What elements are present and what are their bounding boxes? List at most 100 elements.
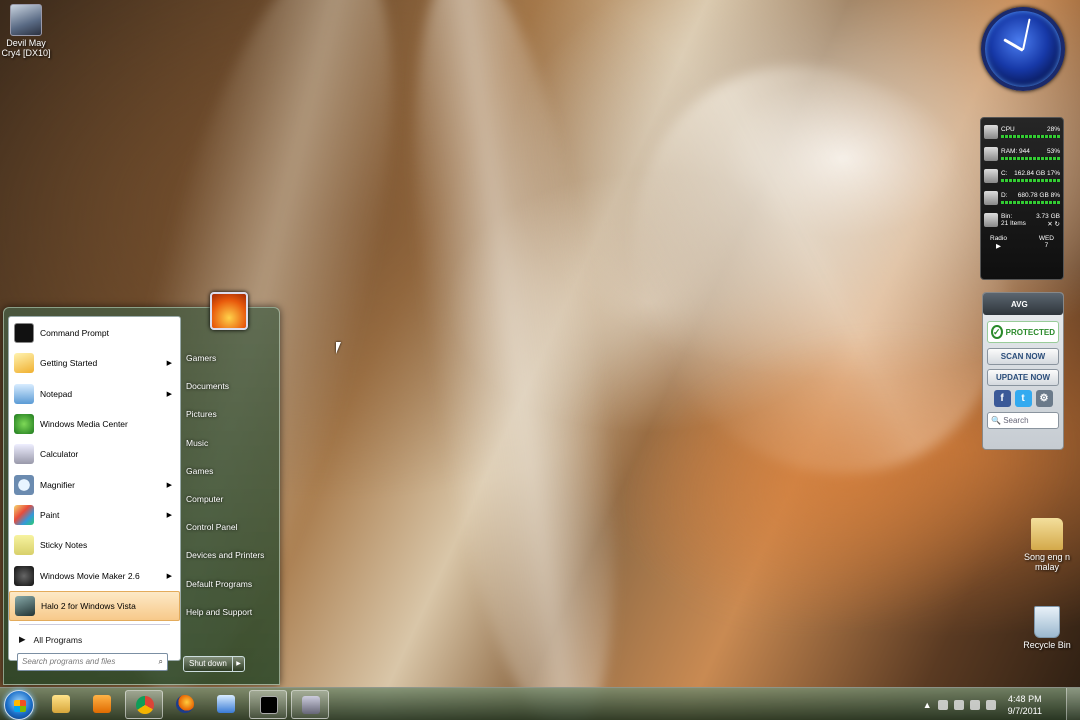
scan-now-button[interactable]: SCAN NOW xyxy=(987,348,1059,365)
taskbar-clock[interactable]: 4:48 PM 9/7/2011 xyxy=(1008,693,1042,717)
program-label: Paint xyxy=(40,509,60,520)
program-paint[interactable]: Paint ▶ xyxy=(9,500,180,530)
facebook-icon[interactable]: f xyxy=(993,390,1011,407)
taskbar-chrome[interactable] xyxy=(125,690,163,719)
taskbar-window[interactable] xyxy=(291,690,329,719)
arrow-right-icon: ▶ xyxy=(19,634,26,644)
wallpaper-streak xyxy=(376,0,654,720)
start-search-input[interactable]: Search programs and files ⌕ xyxy=(17,653,168,671)
taskbar-app[interactable] xyxy=(207,690,245,719)
all-programs-link[interactable]: ▶ All Programs xyxy=(19,634,82,645)
link-devices-and-printers[interactable]: Devices and Printers xyxy=(186,541,276,569)
recycle-bin-icon xyxy=(984,213,998,227)
submenu-arrow-icon[interactable]: ▶ xyxy=(167,511,172,519)
shutdown-options-arrow-icon[interactable]: ▶ xyxy=(232,657,244,671)
action-center-icon[interactable] xyxy=(937,699,948,710)
start-search-placeholder: Search programs and files xyxy=(22,657,116,666)
cpu-row: CPU 28% xyxy=(984,121,1060,143)
drive-d-value: 680.78 GB 8% xyxy=(1017,192,1060,199)
submenu-arrow-icon[interactable]: ▶ xyxy=(167,481,172,489)
mouse-cursor-icon xyxy=(336,342,341,354)
submenu-arrow-icon[interactable]: ▶ xyxy=(167,572,172,580)
user-picture[interactable] xyxy=(210,292,248,330)
ram-bar xyxy=(1001,157,1060,160)
program-label: Halo 2 for Windows Vista xyxy=(41,600,136,611)
day-label: WED xyxy=(1038,235,1054,242)
program-sticky-notes[interactable]: Sticky Notes xyxy=(9,530,180,560)
drive-c-bar xyxy=(1001,179,1060,182)
twitter-icon[interactable]: t xyxy=(1014,390,1032,407)
divider xyxy=(19,624,170,625)
desktop-icon-song-folder[interactable]: Song eng n malay xyxy=(1017,518,1077,572)
taskbar-media-player[interactable] xyxy=(83,690,121,719)
program-windows-media-center[interactable]: Windows Media Center xyxy=(9,409,180,439)
bin-row: Bin: 3.73 GB 21 Items ✕ ↻ xyxy=(984,209,1060,231)
start-menu-programs: Command Prompt Getting Started ▶ Notepad… xyxy=(8,316,181,661)
shutdown-label: Shut down xyxy=(189,659,227,668)
program-halo-2[interactable]: Halo 2 for Windows Vista xyxy=(9,590,180,621)
link-documents[interactable]: Documents xyxy=(186,372,276,400)
minute-hand xyxy=(1022,18,1031,51)
program-calculator[interactable]: Calculator xyxy=(9,439,180,469)
show-hidden-icons-icon[interactable]: ▲ xyxy=(923,700,932,710)
search-icon: ⌕ xyxy=(158,657,163,666)
program-label: Sticky Notes xyxy=(40,540,88,551)
ram-value: 53% xyxy=(1046,148,1060,155)
drive-icon xyxy=(984,169,998,183)
taskbar-firefox[interactable] xyxy=(166,690,204,719)
explorer-icon xyxy=(52,695,70,713)
network-icon[interactable] xyxy=(953,699,964,710)
link-music[interactable]: Music xyxy=(186,429,276,457)
program-notepad[interactable]: Notepad ▶ xyxy=(9,379,180,409)
program-getting-started[interactable]: Getting Started ▶ xyxy=(9,348,180,378)
paint-icon xyxy=(14,504,34,525)
start-button[interactable] xyxy=(4,690,34,720)
command-prompt-icon xyxy=(14,323,34,344)
cpu-bar xyxy=(1001,135,1060,138)
show-desktop-button[interactable] xyxy=(1066,688,1080,720)
submenu-arrow-icon[interactable]: ▶ xyxy=(167,359,172,367)
link-control-panel[interactable]: Control Panel xyxy=(186,513,276,541)
system-tray: ▲ 4:48 PM 9/7/2011 xyxy=(923,688,1042,720)
drive-icon xyxy=(984,191,998,205)
program-command-prompt[interactable]: Command Prompt xyxy=(9,318,180,348)
settings-icon[interactable]: ⚙ xyxy=(1035,390,1053,407)
submenu-arrow-icon[interactable]: ▶ xyxy=(167,390,172,398)
link-help-and-support[interactable]: Help and Support xyxy=(186,598,276,626)
bin-value: 3.73 GB xyxy=(1036,212,1060,220)
program-label: Windows Media Center xyxy=(40,419,128,430)
link-gamers[interactable]: Gamers xyxy=(186,344,276,372)
avg-gadget[interactable]: AVG ✓ PROTECTED SCAN NOW UPDATE NOW f t … xyxy=(982,292,1064,450)
update-now-button[interactable]: UPDATE NOW xyxy=(987,369,1059,386)
ram-label: RAM: 944 xyxy=(1001,148,1030,155)
volume-icon[interactable] xyxy=(985,699,996,710)
avg-brand: AVG xyxy=(1011,299,1028,309)
taskbar-command-prompt[interactable] xyxy=(249,690,287,719)
bin-items: 21 Items xyxy=(1001,219,1026,227)
desktop-icon-dmc4[interactable]: Devil May Cry4 [DX10] xyxy=(0,4,56,58)
clock-gadget[interactable] xyxy=(981,7,1065,103)
radio-play-icon[interactable]: ▶ xyxy=(990,242,1007,250)
system-monitor-gadget[interactable]: CPU 28% RAM: 944 53% C: 162.84 GB 17% D: 680… xyxy=(980,117,1064,280)
program-windows-movie-maker[interactable]: Windows Movie Maker 2.6 ▶ xyxy=(9,560,180,590)
avg-search-placeholder: Search xyxy=(1003,416,1029,425)
cpu-value: 28% xyxy=(1046,126,1060,133)
link-computer[interactable]: Computer xyxy=(186,485,276,513)
program-magnifier[interactable]: Magnifier ▶ xyxy=(9,469,180,499)
program-label: Windows Movie Maker 2.6 xyxy=(40,570,140,581)
halo-2-icon xyxy=(15,595,35,616)
firefox-icon xyxy=(176,695,194,713)
bin-actions-icon[interactable]: ✕ ↻ xyxy=(1047,220,1060,228)
chrome-icon xyxy=(136,696,154,714)
desktop-icon-recycle-bin[interactable]: Recycle Bin xyxy=(1017,606,1077,650)
sync-icon[interactable] xyxy=(969,699,980,710)
ram-row: RAM: 944 53% xyxy=(984,143,1060,165)
link-pictures[interactable]: Pictures xyxy=(186,400,276,428)
taskbar-explorer[interactable] xyxy=(42,690,80,719)
shutdown-button[interactable]: Shut down ▶ xyxy=(183,656,245,672)
start-menu[interactable]: Command Prompt Getting Started ▶ Notepad… xyxy=(3,292,280,685)
avg-search-input[interactable]: 🔍 Search xyxy=(987,412,1059,429)
link-default-programs[interactable]: Default Programs xyxy=(186,570,276,598)
link-games[interactable]: Games xyxy=(186,457,276,485)
folder-icon xyxy=(1031,518,1063,550)
